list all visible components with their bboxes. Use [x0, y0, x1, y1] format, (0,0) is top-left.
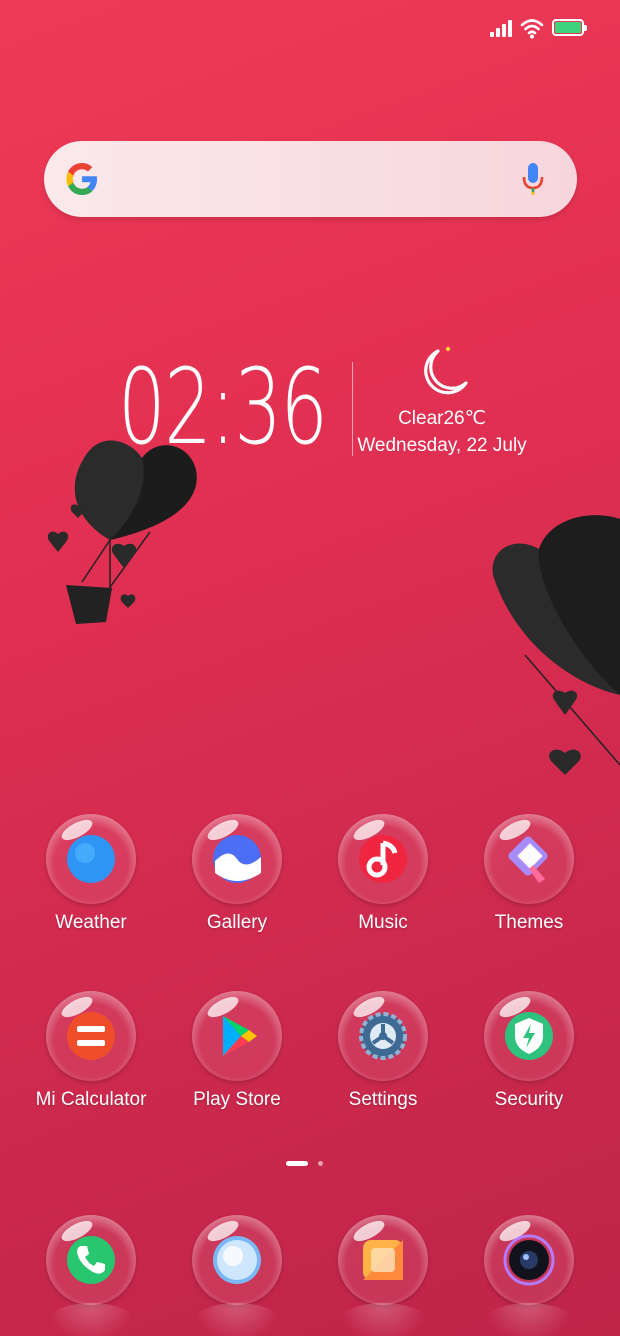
app-settings[interactable]: Settings [313, 991, 453, 1141]
app-bubble [484, 991, 574, 1081]
app-label: Gallery [206, 912, 268, 933]
app-label: Mi Calculator [35, 1089, 147, 1110]
app-bubble [46, 1215, 136, 1305]
page-dot[interactable] [318, 1161, 323, 1166]
weather-icon [67, 835, 115, 883]
page-dot-active [286, 1161, 308, 1166]
app-weather[interactable]: Weather [21, 814, 161, 964]
app-bubble [338, 1215, 428, 1305]
app-label: Music [358, 912, 408, 933]
app-bubble [46, 991, 136, 1081]
gallery-icon [213, 835, 261, 883]
app-bubble [338, 814, 428, 904]
dock-phone[interactable] [21, 1215, 161, 1336]
dock-reflection [484, 1303, 574, 1336]
app-label: Themes [494, 912, 564, 933]
dock-reflection [192, 1303, 282, 1336]
date-text[interactable]: Wednesday, 22 July [352, 435, 532, 457]
heart-balloon-wallpaper [47, 440, 197, 624]
browser-icon [363, 1240, 403, 1280]
app-label: Security [494, 1089, 564, 1110]
camera-icon [503, 1234, 555, 1286]
heart-balloon-wallpaper-right [492, 515, 620, 775]
app-bubble [484, 1215, 574, 1305]
music-icon [359, 835, 407, 883]
google-search-bar[interactable] [44, 141, 577, 217]
dock-reflection [338, 1303, 428, 1336]
moon-icon [424, 346, 468, 395]
app-music[interactable]: Music [313, 814, 453, 964]
wifi-icon [520, 19, 544, 39]
app-bubble [192, 991, 282, 1081]
app-bubble [484, 814, 574, 904]
app-themes[interactable]: Themes [459, 814, 599, 964]
mic-icon[interactable] [520, 161, 546, 197]
dock-camera[interactable] [459, 1215, 599, 1336]
security-icon [505, 1012, 553, 1060]
calculator-icon [67, 1012, 115, 1060]
app-mi-calculator[interactable]: Mi Calculator [21, 991, 161, 1141]
signal-icon [490, 20, 514, 37]
app-label: Settings [348, 1089, 418, 1110]
status-bar [0, 0, 620, 56]
app-gallery[interactable]: Gallery [167, 814, 307, 964]
app-bubble [338, 991, 428, 1081]
page-indicator[interactable] [286, 1161, 326, 1167]
dock-browser[interactable] [313, 1215, 453, 1336]
settings-icon [359, 1012, 407, 1060]
app-bubble [192, 814, 282, 904]
themes-icon [508, 836, 548, 883]
weather-text[interactable]: Clear26℃ [356, 407, 528, 430]
app-play-store[interactable]: Play Store [167, 991, 307, 1141]
messaging-icon [213, 1236, 261, 1284]
app-label: Weather [55, 912, 127, 933]
app-bubble [46, 814, 136, 904]
app-bubble [192, 1215, 282, 1305]
google-g-icon [66, 163, 97, 195]
app-security[interactable]: Security [459, 991, 599, 1141]
battery-icon [552, 19, 587, 36]
dock-reflection [46, 1303, 136, 1336]
play-store-icon [223, 1016, 257, 1056]
app-label: Play Store [193, 1089, 281, 1110]
dock-messaging[interactable] [167, 1215, 307, 1336]
phone-icon [67, 1236, 115, 1284]
